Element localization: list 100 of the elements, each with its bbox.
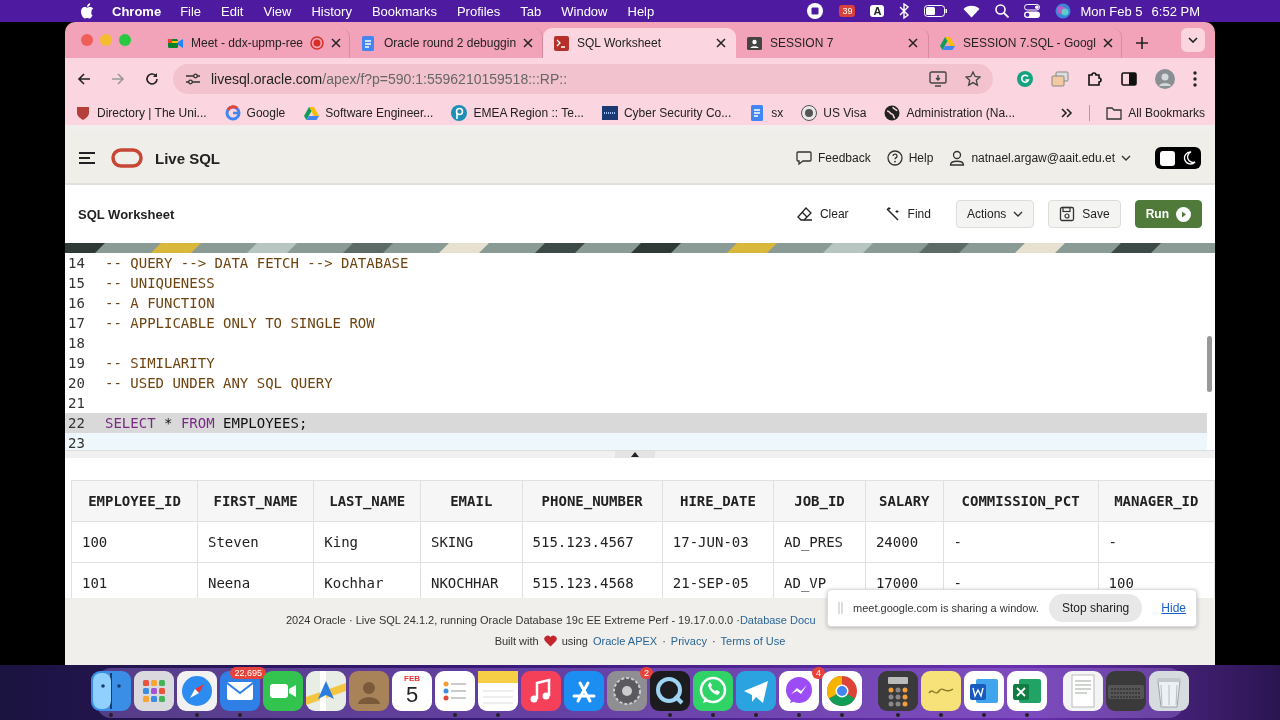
- chevron-double-right-icon[interactable]: [1061, 107, 1074, 118]
- footer-link[interactable]: Terms of Use: [720, 635, 786, 647]
- column-header[interactable]: EMAIL: [420, 480, 523, 522]
- bookmark[interactable]: US Visa: [801, 104, 867, 121]
- more-menu-icon[interactable]: [1193, 71, 1197, 87]
- resize-handle[interactable]: [615, 451, 655, 458]
- footer-link[interactable]: Database Docu: [739, 614, 816, 626]
- checklist-icon[interactable]: [435, 671, 475, 711]
- hide-link[interactable]: Hide: [1161, 601, 1186, 615]
- star-icon[interactable]: [965, 71, 981, 87]
- launchpad-icon[interactable]: [134, 671, 174, 711]
- bookmark[interactable]: Administration (Na...: [884, 104, 1016, 121]
- puzzle-icon[interactable]: [1087, 71, 1103, 87]
- menu-item[interactable]: File: [180, 3, 202, 19]
- column-header[interactable]: COMMISSION_PCT: [943, 480, 1099, 522]
- bookmark[interactable]: sx: [749, 104, 784, 121]
- footer-link[interactable]: Oracle APEX: [592, 635, 658, 647]
- stop-recording-icon[interactable]: [806, 2, 825, 20]
- sticky-note-icon[interactable]: [921, 671, 961, 711]
- menu-icon[interactable]: [79, 152, 95, 164]
- menu-item[interactable]: Window: [561, 3, 608, 19]
- close-icon[interactable]: [523, 38, 534, 48]
- drag-handle-icon[interactable]: [838, 602, 843, 614]
- grammarly-icon[interactable]: [1017, 71, 1033, 87]
- menu-item[interactable]: Bookmarks: [371, 3, 437, 19]
- tab-search-button[interactable]: [1181, 28, 1205, 52]
- column-header[interactable]: HIRE_DATE: [662, 480, 774, 522]
- notepad-icon[interactable]: [478, 671, 518, 711]
- header-link[interactable]: Help: [886, 150, 934, 166]
- file-icon[interactable]: [1063, 671, 1103, 711]
- menu-item[interactable]: Tab: [520, 3, 542, 19]
- menu-bar-date[interactable]: Mon Feb 5: [1080, 3, 1143, 19]
- chat-bubble-icon[interactable]: [779, 671, 819, 711]
- menu-item[interactable]: Profiles: [456, 3, 501, 19]
- reload-icon[interactable]: [145, 72, 159, 86]
- app-store-icon[interactable]: [564, 671, 604, 711]
- paper-plane-icon[interactable]: [736, 671, 776, 711]
- bookmark[interactable]: Software Engineer...: [303, 104, 434, 121]
- column-header[interactable]: SALARY: [865, 480, 944, 522]
- menu-item[interactable]: Help: [627, 3, 655, 19]
- bookmark[interactable]: Directory | The Uni...: [75, 104, 207, 121]
- chrome-icon[interactable]: [822, 671, 862, 711]
- bookmark[interactable]: Google: [224, 104, 286, 121]
- column-header[interactable]: EMPLOYEE_ID: [71, 480, 198, 522]
- close-icon[interactable]: [331, 38, 342, 48]
- user-menu[interactable]: natnael.argaw@aait.edu.et: [949, 150, 1131, 166]
- trash-icon[interactable]: [1149, 671, 1189, 711]
- wifi-icon[interactable]: [963, 4, 981, 18]
- bluetooth-icon[interactable]: [899, 3, 910, 19]
- compass-icon[interactable]: [177, 671, 217, 711]
- close-icon[interactable]: [1102, 38, 1113, 48]
- column-header[interactable]: PHONE_NUMBER: [522, 480, 663, 522]
- footer-link[interactable]: Privacy: [670, 635, 707, 647]
- finder-icon[interactable]: [91, 671, 131, 711]
- theme-toggle[interactable]: [1155, 147, 1201, 169]
- music-note-icon[interactable]: [521, 671, 561, 711]
- calendar-icon[interactable]: FEB 5: [392, 671, 432, 711]
- control-center-icon[interactable]: [1024, 4, 1041, 18]
- toolbar-button[interactable]: Clear: [785, 200, 860, 228]
- search-icon[interactable]: [995, 4, 1010, 18]
- video-camera-icon[interactable]: [263, 671, 303, 711]
- actions-menu-button[interactable]: Actions: [955, 200, 1035, 228]
- app-menu[interactable]: Chrome: [112, 3, 162, 19]
- back-icon[interactable]: [77, 72, 91, 86]
- column-header[interactable]: LAST_NAME: [313, 480, 421, 522]
- side-panel-icon[interactable]: [1121, 72, 1137, 86]
- close-icon[interactable]: [908, 38, 918, 48]
- map-icon[interactable]: [306, 671, 346, 711]
- menu-bar-time[interactable]: 6:52 PM: [1151, 3, 1200, 19]
- all-bookmarks-button[interactable]: All Bookmarks: [1106, 105, 1205, 120]
- toolbar-button[interactable]: Find: [873, 200, 942, 228]
- siri-icon[interactable]: [1055, 3, 1072, 19]
- column-header[interactable]: MANAGER_ID: [1098, 480, 1215, 522]
- column-header[interactable]: FIRST_NAME: [197, 480, 314, 522]
- scrollbar-thumb[interactable]: [1207, 336, 1212, 392]
- stop-sharing-button[interactable]: Stop sharing: [1048, 594, 1143, 622]
- calculator-icon[interactable]: [878, 671, 918, 711]
- toolbar-button[interactable]: Run: [1134, 200, 1202, 228]
- quicktime-icon[interactable]: [650, 671, 690, 711]
- gear-icon[interactable]: [607, 671, 647, 711]
- menu-item[interactable]: Edit: [221, 3, 244, 19]
- address-bar[interactable]: livesql.oracle.com/apex/f?p=590:1:5596210159518:::RP::: [173, 64, 993, 94]
- menu-item[interactable]: History: [311, 3, 352, 19]
- input-source-indicator[interactable]: A: [870, 5, 885, 17]
- toolbar-button[interactable]: Save: [1048, 200, 1121, 228]
- word-document-icon[interactable]: [964, 671, 1004, 711]
- bookmark[interactable]: EMEA Region :: Te...: [451, 104, 584, 121]
- bookmark[interactable]: Cyber Security Co...: [601, 104, 732, 121]
- apple-icon[interactable]: [80, 3, 94, 19]
- header-link[interactable]: Feedback: [796, 150, 871, 166]
- plus-icon[interactable]: [1136, 37, 1148, 49]
- envelope-icon[interactable]: [220, 671, 260, 711]
- close-icon[interactable]: [716, 38, 726, 48]
- phone-bubble-icon[interactable]: [693, 671, 733, 711]
- spreadsheet-icon[interactable]: [1007, 671, 1047, 711]
- install-app-icon[interactable]: [929, 71, 947, 87]
- menu-item[interactable]: View: [263, 3, 292, 19]
- column-header[interactable]: JOB_ID: [773, 480, 866, 522]
- browser-tab[interactable]: SQL Worksheet: [543, 28, 736, 58]
- battery-icon[interactable]: [924, 5, 949, 17]
